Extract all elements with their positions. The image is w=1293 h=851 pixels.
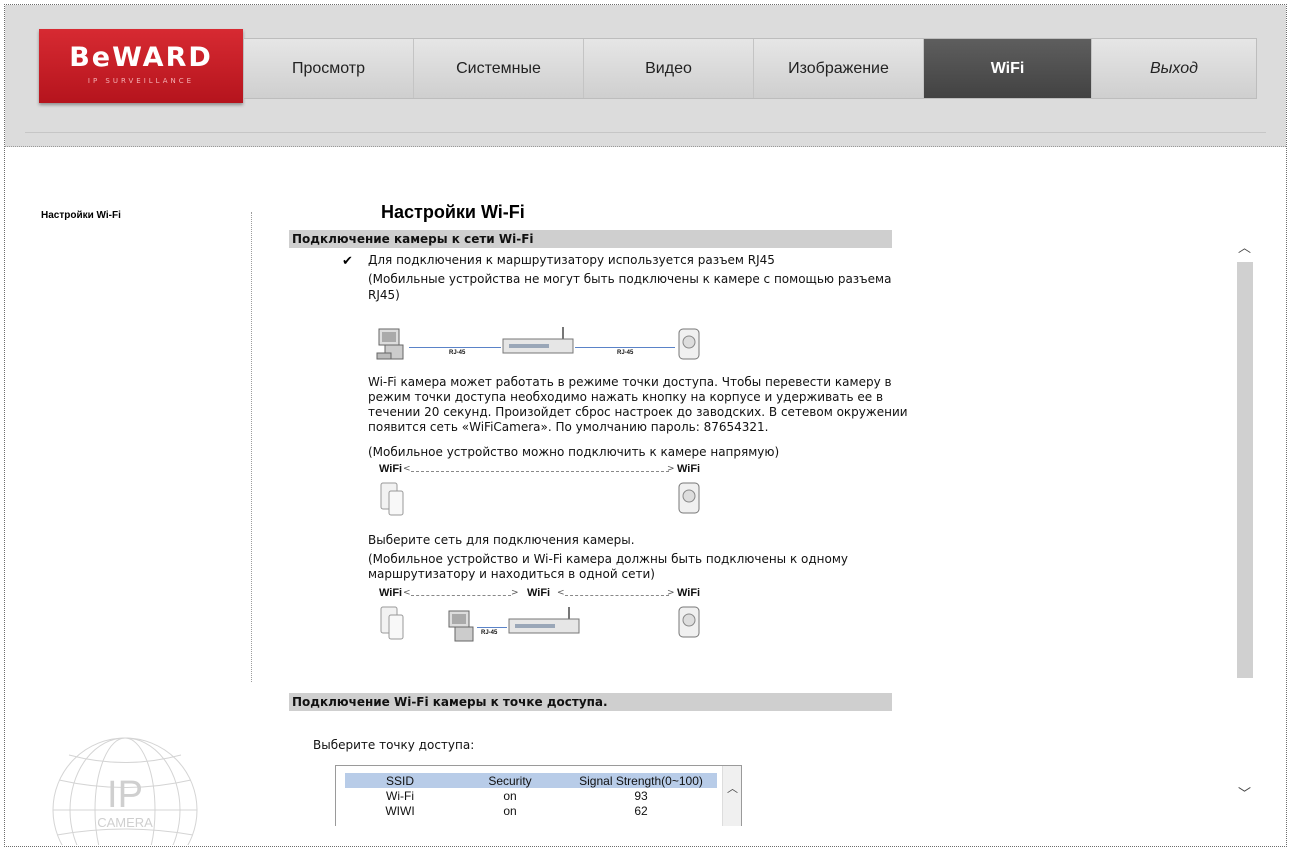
wifi-dashed-link-2 (411, 595, 511, 596)
ap-mode-line-2: режим точки доступа необходимо нажать кн… (368, 390, 884, 404)
wifi-label-camera: WiFi (677, 463, 701, 475)
ap-mode-line-3: течении 20 секунд. Произойдет сброс наст… (368, 405, 908, 419)
page-title: Настройки Wi-Fi (381, 202, 525, 222)
signal-cell[interactable]: 62 (565, 803, 717, 818)
wifi-label-phone: WiFi (379, 463, 403, 475)
rj45-label-3: RJ-45 (481, 630, 498, 636)
arrow-right-icon: > (511, 588, 519, 598)
sidebar-divider (251, 212, 252, 682)
scrollbar-thumb[interactable] (1237, 262, 1253, 678)
security-cell[interactable]: on (455, 803, 565, 818)
wifi-dashed-link-3 (565, 595, 669, 596)
arrow-right-icon: > (667, 588, 675, 598)
nav-view[interactable]: Просмотр (244, 39, 414, 98)
section-header-access-point: Подключение Wi-Fi камеры к точке доступа… (289, 693, 892, 711)
direct-connect-note: (Мобильное устройство можно подключить к… (368, 445, 780, 459)
arrow-left-icon: < (403, 588, 411, 598)
select-ap-label: Выберите точку доступа: (313, 738, 475, 752)
camera-icon (678, 328, 700, 360)
table-row[interactable]: Wi-Fi on 93 (345, 788, 717, 803)
watermark-camera: CAMERA (97, 815, 153, 830)
ap-list-scrollbar[interactable]: ︿ (722, 766, 741, 826)
logo-subtitle: IP SURVEILLANCE (87, 77, 195, 85)
rj45-label-2: RJ-45 (617, 350, 634, 356)
router-icon (508, 607, 580, 634)
beward-logo[interactable]: BeWARD IP SURVEILLANCE (39, 29, 243, 103)
sidebar-item-wifi-settings[interactable]: Настройки Wi-Fi (41, 210, 121, 221)
computer-icon (448, 610, 474, 642)
wifi-label-phone-2: WiFi (379, 587, 403, 599)
camera-icon (678, 482, 700, 514)
mobile-devices-icon (380, 606, 404, 640)
security-cell[interactable]: on (455, 788, 565, 803)
signal-cell[interactable]: 93 (565, 788, 717, 803)
column-header-signal[interactable]: Signal Strength(0~100) (565, 773, 717, 788)
page-frame: BeWARD IP SURVEILLANCE Просмотр Системны… (4, 4, 1287, 847)
cable-line-2 (575, 347, 675, 348)
column-header-ssid[interactable]: SSID (345, 773, 455, 788)
same-network-note-2: маршрутизатору и находиться в одной сети… (368, 567, 655, 581)
mobile-devices-icon (380, 482, 404, 516)
table-header-row: SSID Security Signal Strength(0~100) (345, 773, 717, 788)
arrow-left-icon: < (403, 464, 411, 474)
chevron-up-icon[interactable]: ︿ (727, 780, 738, 796)
cable-line (409, 347, 501, 348)
computer-icon (376, 328, 404, 360)
nav-image[interactable]: Изображение (754, 39, 924, 98)
rj45-mobile-note-cont: RJ45) (368, 288, 400, 302)
rj45-label: RJ-45 (449, 350, 466, 356)
arrow-left-icon: < (557, 588, 565, 598)
chevron-down-icon[interactable]: ﹀ (1238, 783, 1251, 802)
access-point-table: SSID Security Signal Strength(0~100) Wi-… (345, 773, 717, 818)
ip-camera-watermark-icon: IP CAMERA (52, 737, 198, 845)
logo-text: BeWARD (69, 42, 213, 73)
wifi-label-router: WiFi (527, 587, 551, 599)
wifi-label-camera-2: WiFi (677, 587, 701, 599)
rj45-mobile-note: (Мобильные устройства не могут быть подк… (368, 272, 892, 286)
table-row[interactable]: WIWI on 62 (345, 803, 717, 818)
ap-mode-line-1: Wi-Fi камера может работать в режиме точ… (368, 375, 892, 389)
header: BeWARD IP SURVEILLANCE Просмотр Системны… (5, 5, 1286, 147)
nav-wifi[interactable]: WiFi (924, 39, 1092, 98)
same-network-note-1: (Мобильное устройство и Wi-Fi камера дол… (368, 552, 849, 566)
ssid-cell[interactable]: Wi-Fi (345, 788, 455, 803)
camera-icon (678, 606, 700, 638)
router-icon (502, 327, 574, 354)
checkmark-icon: ✔ (342, 254, 353, 269)
rj45-note: Для подключения к маршрутизатору использ… (368, 253, 775, 267)
ap-mode-line-4: появится сеть «WiFiCamera». По умолчанию… (368, 420, 769, 434)
nav-system[interactable]: Системные (414, 39, 584, 98)
choose-network-text: Выберите сеть для подключения камеры. (368, 533, 635, 547)
nav-logout[interactable]: Выход (1092, 39, 1256, 98)
chevron-up-icon[interactable]: ︿ (1238, 237, 1251, 256)
main-nav: Просмотр Системные Видео Изображение WiF… (243, 38, 1257, 99)
watermark-ip: IP (107, 774, 143, 816)
section-header-camera-wifi: Подключение камеры к сети Wi-Fi (289, 230, 892, 248)
column-header-security[interactable]: Security (455, 773, 565, 788)
header-divider (25, 132, 1266, 133)
ssid-cell[interactable]: WIWI (345, 803, 455, 818)
access-point-list[interactable]: SSID Security Signal Strength(0~100) Wi-… (335, 765, 742, 826)
wifi-dashed-link (411, 471, 669, 472)
arrow-right-icon: > (667, 464, 675, 474)
nav-video[interactable]: Видео (584, 39, 754, 98)
cable-line-3 (477, 627, 507, 628)
